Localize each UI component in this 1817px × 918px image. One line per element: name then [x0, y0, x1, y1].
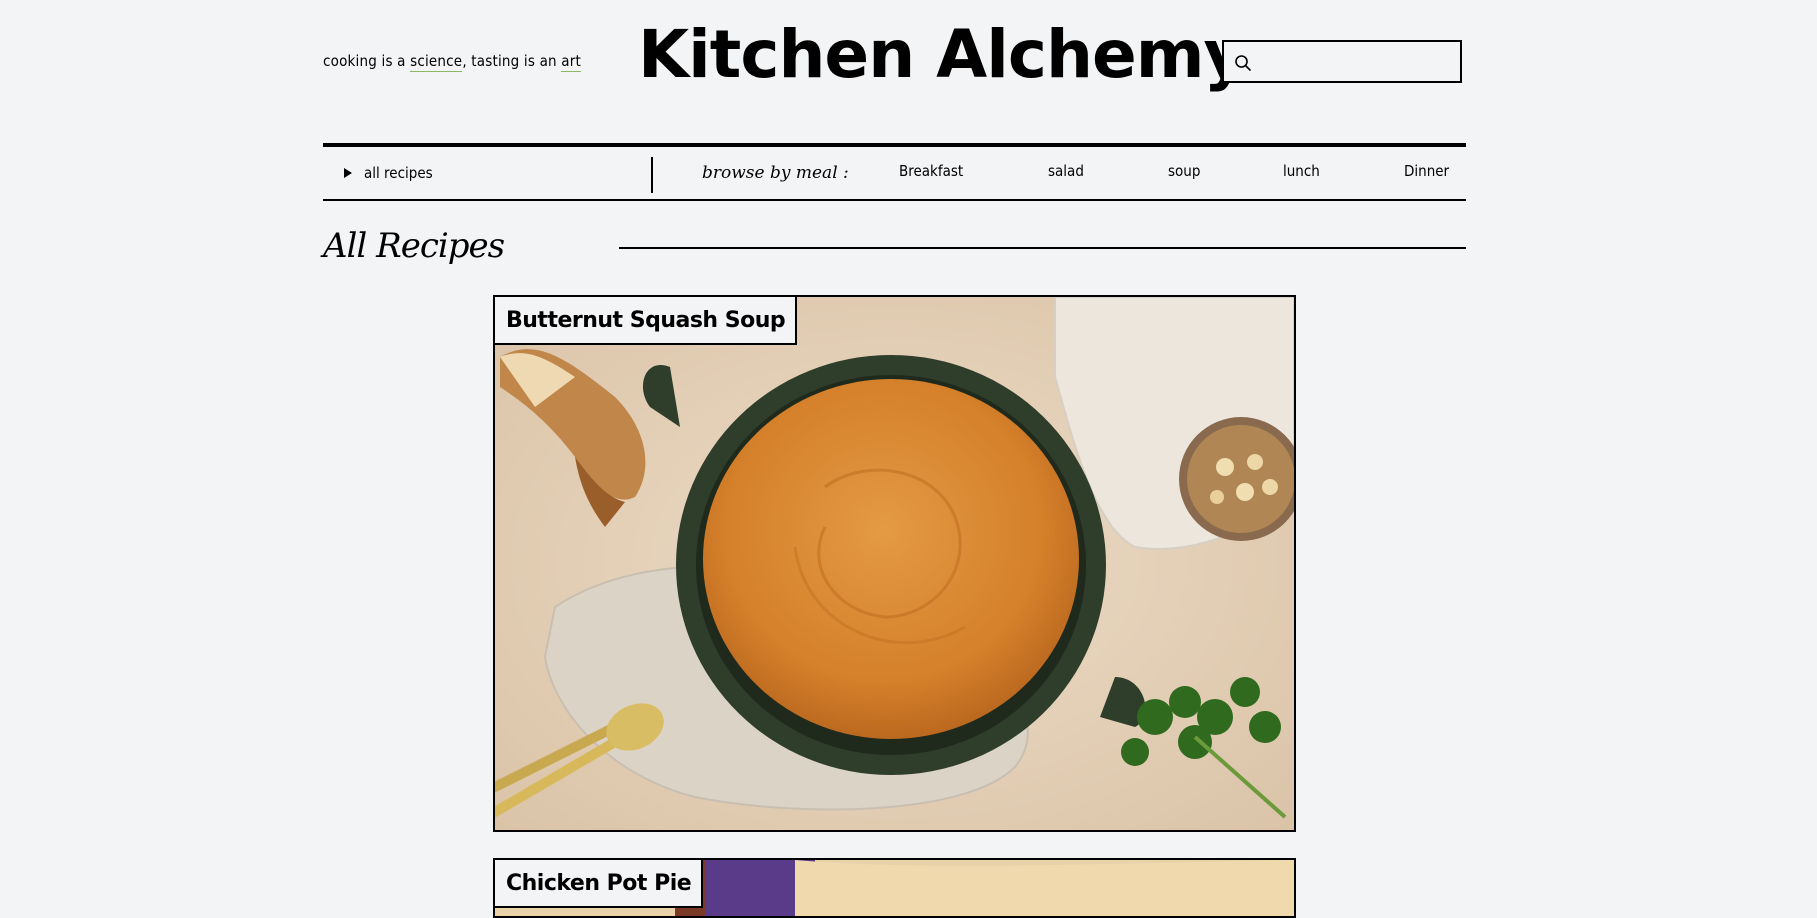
section-divider: [619, 247, 1466, 249]
search-input[interactable]: [1260, 46, 1460, 79]
nav-item-salad[interactable]: salad: [1048, 162, 1084, 180]
search-icon: [1235, 55, 1251, 71]
page: cooking is a science, tasting is an art …: [323, 0, 1466, 918]
caret-right-icon: [344, 168, 352, 178]
browse-by-meal-label: browse by meal :: [702, 163, 849, 183]
nav-divider: [651, 157, 653, 193]
section-title: All Recipes: [323, 226, 505, 266]
nav-item-breakfast[interactable]: Breakfast: [899, 162, 963, 180]
all-recipes-toggle[interactable]: all recipes: [344, 164, 433, 182]
main-nav: all recipes browse by meal : Breakfast s…: [323, 143, 1466, 201]
recipe-title[interactable]: Butternut Squash Soup: [495, 297, 798, 345]
nav-item-lunch[interactable]: lunch: [1283, 162, 1320, 180]
recipe-card[interactable]: Butternut Squash Soup: [493, 295, 1296, 832]
tagline-art-link[interactable]: art: [561, 52, 581, 72]
nav-item-dinner[interactable]: Dinner: [1404, 162, 1449, 180]
all-recipes-label: all recipes: [364, 164, 433, 182]
nav-item-soup[interactable]: soup: [1168, 162, 1200, 180]
butternut-soup-photo: [495, 297, 1294, 830]
site-title[interactable]: Kitchen Alchemy: [638, 22, 1247, 88]
search-box[interactable]: [1222, 40, 1462, 83]
tagline-science-link[interactable]: science: [410, 52, 463, 72]
recipe-card[interactable]: Chicken Pot Pie: [493, 858, 1296, 918]
tagline: cooking is a science, tasting is an art: [323, 52, 581, 72]
tagline-text-2: , tasting is an: [462, 52, 562, 70]
tagline-text-1: cooking is a: [323, 52, 411, 70]
